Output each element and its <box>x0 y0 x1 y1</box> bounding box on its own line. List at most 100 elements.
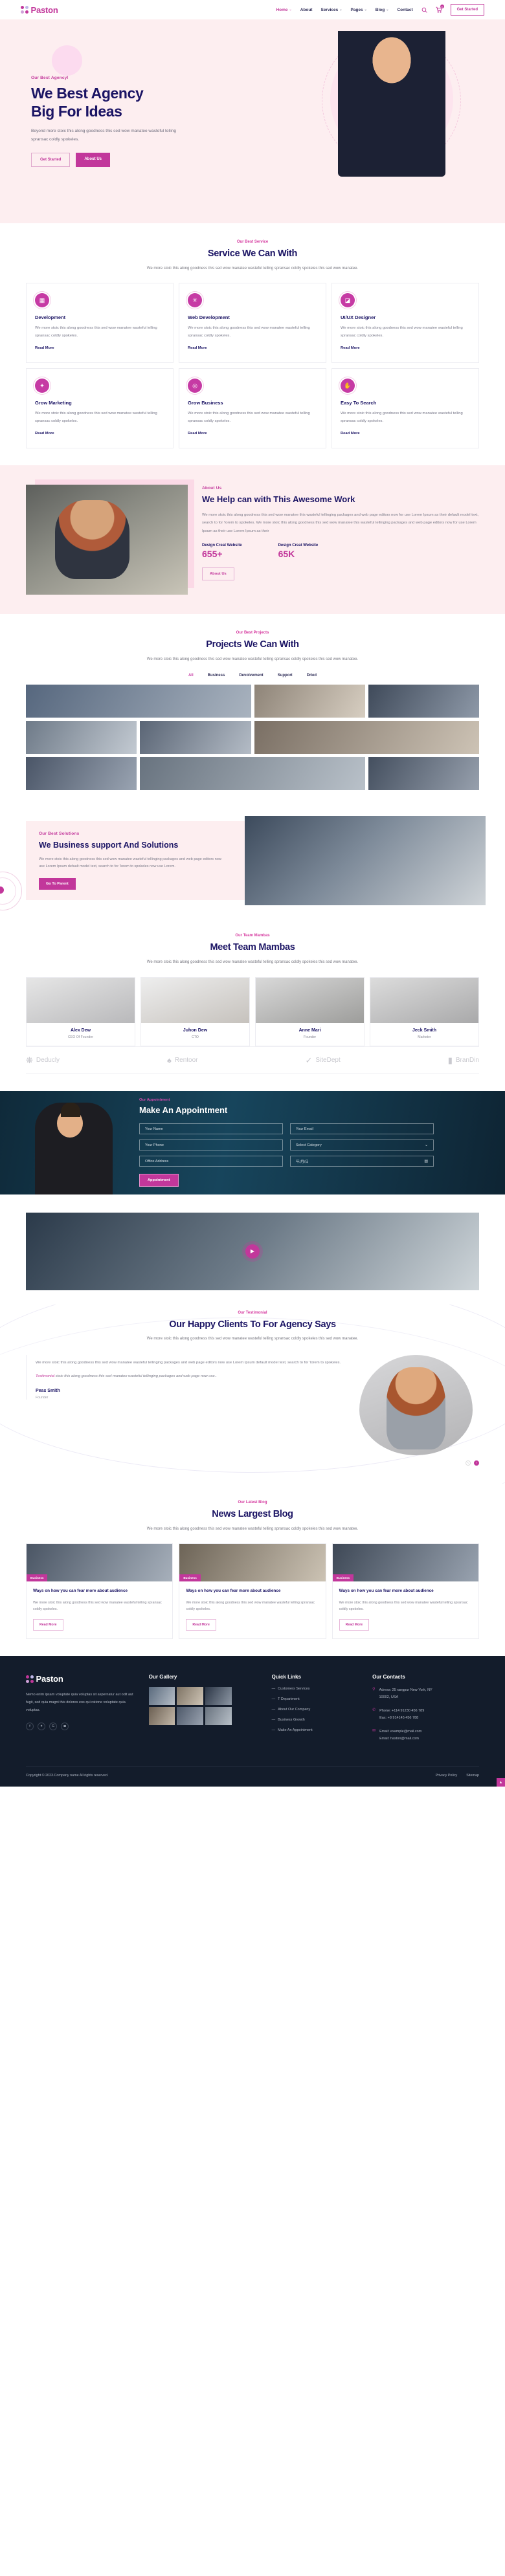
service-read-more[interactable]: Read More <box>188 346 207 350</box>
site-footer: Paston Nemo enim ipsam voluptate quia vo… <box>0 1656 505 1787</box>
project-thumb[interactable] <box>26 721 137 754</box>
service-card[interactable]: ◎ Grow Business We more stoic this along g… <box>179 368 326 448</box>
service-read-more[interactable]: Read More <box>341 346 360 350</box>
team-card[interactable]: Juhon Dew CTO <box>140 976 250 1046</box>
footer-quick-link[interactable]: — Business Growth <box>272 1718 361 1722</box>
blog-card[interactable]: Business Ways on how you can fear more ab… <box>331 1543 479 1640</box>
field-placeholder: 年/月/日 <box>296 1160 309 1164</box>
nav-item-pages[interactable]: Pages ⌄ <box>350 8 366 12</box>
name-field[interactable]: Your Name <box>139 1123 283 1135</box>
service-card[interactable]: ✋ Easy To Search We more stoic this along … <box>331 368 479 448</box>
projects-section: Our Best Projects Projects We Can With W… <box>0 614 505 807</box>
service-read-more[interactable]: Read More <box>35 432 54 435</box>
footer-contact-item: ✆ Phone: +114 91230 456 789 Eax: +8 914145… <box>372 1708 479 1722</box>
team-card[interactable]: Alex Dew CEO Of Founder <box>26 976 135 1046</box>
twitter-icon[interactable]: ✦ <box>38 1722 45 1730</box>
team-card[interactable]: Anne Mari Founder <box>255 976 365 1046</box>
solutions-section: Our Best Solutions We Business support A… <box>0 807 505 917</box>
services-section: Our Best Service Service We Can With We … <box>0 223 505 465</box>
project-filter-devolvement[interactable]: Devolvement <box>239 674 263 677</box>
testimonial-link[interactable]: Testimonial <box>36 1374 54 1378</box>
gallery-thumb[interactable] <box>205 1707 232 1726</box>
dash-icon: — <box>271 1718 276 1723</box>
project-filter-all[interactable]: All <box>188 674 194 677</box>
scroll-to-top-button[interactable]: ▲ <box>497 1778 505 1787</box>
project-thumb[interactable] <box>140 757 365 791</box>
email-field[interactable]: Your Email <box>290 1123 434 1135</box>
team-subtitle: We more stoic this along goodness this s… <box>146 960 359 964</box>
target-icon: ◎ <box>188 379 202 393</box>
nav-item-services[interactable]: Services ⌄ <box>320 8 342 12</box>
blog-read-more-button[interactable]: Read More <box>186 1619 216 1631</box>
footer-contacts: Our Contacts ⚲ Adress: 25 rangpur New Yor… <box>372 1674 479 1749</box>
project-filter-support[interactable]: Support <box>278 674 293 677</box>
solutions-paragraph: We more stoic this along goodness this s… <box>39 857 221 869</box>
service-text: We more stoic this along goodness this s… <box>35 326 157 338</box>
privacy-policy-link[interactable]: Privacy Policy <box>436 1774 458 1778</box>
gallery-thumb[interactable] <box>148 1687 175 1706</box>
category-select[interactable]: Select Category ⌄ <box>290 1139 434 1151</box>
get-started-button[interactable]: Get Started <box>450 4 484 16</box>
project-thumb[interactable] <box>140 721 251 754</box>
blog-read-more-button[interactable]: Read More <box>339 1619 370 1631</box>
project-filter-dried[interactable]: Dried <box>307 674 317 677</box>
go-to-parent-button[interactable]: Go To Parent <box>39 878 76 890</box>
blog-card[interactable]: Business Ways on how you can fear more ab… <box>179 1543 326 1640</box>
project-thumb[interactable] <box>26 685 251 718</box>
address-field[interactable]: Office Address <box>139 1156 283 1167</box>
gallery-thumb[interactable] <box>148 1707 175 1726</box>
team-card[interactable]: Jeck Smith Marketer <box>370 976 479 1046</box>
nav-item-blog[interactable]: Blog ⌄ <box>376 8 389 12</box>
footer-brand-logo[interactable]: Paston <box>26 1674 137 1684</box>
project-thumb[interactable] <box>368 685 479 718</box>
service-card[interactable]: ▦ Development We more stoic this along goo… <box>26 283 174 364</box>
blog-card[interactable]: Business Ways on how you can fear more ab… <box>26 1543 174 1640</box>
gallery-thumb[interactable] <box>177 1687 204 1706</box>
service-card[interactable]: ◪ UI/UX Designer We more stoic this along … <box>331 283 479 364</box>
footer-quick-link[interactable]: — T Department <box>272 1697 361 1701</box>
testimonial-title: Our Happy Clients To For Agency Says <box>169 1319 336 1330</box>
play-icon[interactable]: ▶ <box>245 1244 260 1259</box>
project-thumb[interactable] <box>26 757 137 791</box>
service-read-more[interactable]: Read More <box>35 346 54 350</box>
hero-get-started-button[interactable]: Get Started <box>31 153 71 168</box>
nav-item-contact[interactable]: Contact <box>397 8 412 12</box>
field-placeholder: Your Email <box>296 1127 313 1131</box>
blog-read-more-button[interactable]: Read More <box>33 1619 63 1631</box>
service-read-more[interactable]: Read More <box>188 432 207 435</box>
about-us-button[interactable]: About Us <box>202 567 234 581</box>
gallery-thumb[interactable] <box>177 1707 204 1726</box>
footer-quick-link[interactable]: — Make An Appointment <box>272 1728 361 1732</box>
project-thumb[interactable] <box>368 757 479 791</box>
footer-quick-link[interactable]: — About Our Company <box>272 1708 361 1712</box>
footer-quick-link[interactable]: — Customers Services <box>272 1687 361 1691</box>
search-icon[interactable] <box>421 7 427 13</box>
testimonial-next-button[interactable]: › <box>474 1460 479 1466</box>
phone-icon: ✆ <box>372 1708 376 1713</box>
testimonial-author-role: Founder <box>36 1395 49 1400</box>
service-card[interactable]: ✦ Grow Marketing We more stoic this along … <box>26 368 174 448</box>
hero-eyebrow: Our Best Agency! <box>31 75 69 80</box>
google-plus-icon[interactable]: G <box>49 1722 57 1730</box>
project-thumb[interactable] <box>254 685 365 718</box>
service-read-more[interactable]: Read More <box>341 432 360 435</box>
hero-about-us-button[interactable]: About Us <box>76 153 111 168</box>
date-field[interactable]: 年/月/日 ▤ <box>290 1156 434 1167</box>
appointment-submit-button[interactable]: Appointment <box>139 1174 179 1187</box>
facebook-icon[interactable]: f <box>26 1722 34 1730</box>
footer-copyright: Copyright © 2023.Company name All rights… <box>26 1774 109 1778</box>
brand-logo[interactable]: Paston <box>21 5 58 15</box>
sitemap-link[interactable]: Sitemap <box>466 1774 479 1778</box>
service-text: We more stoic this along goodness this s… <box>188 326 310 338</box>
instagram-icon[interactable]: ◙ <box>61 1722 69 1730</box>
phone-field[interactable]: Your Phone <box>139 1139 283 1151</box>
service-card[interactable]: ✳ Web Development We more stoic this along… <box>179 283 326 364</box>
team-eyebrow: Our Team Mambas <box>235 934 270 938</box>
cart-icon[interactable]: 0 <box>436 5 444 13</box>
project-thumb[interactable] <box>254 721 479 754</box>
nav-item-about[interactable]: About <box>300 8 313 12</box>
testimonial-prev-button[interactable]: ‹ <box>466 1460 471 1466</box>
gallery-thumb[interactable] <box>205 1687 232 1706</box>
project-filter-business[interactable]: Business <box>208 674 225 677</box>
nav-item-home[interactable]: Home ⌄ <box>276 8 291 12</box>
